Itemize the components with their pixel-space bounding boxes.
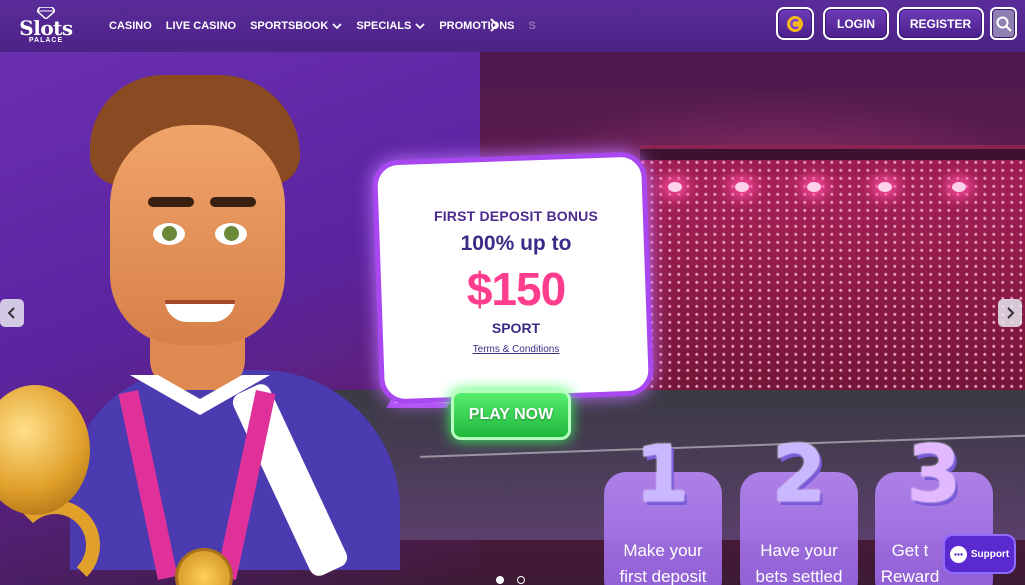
chevron-right-icon — [1007, 307, 1015, 319]
nav-item-overflow[interactable]: S — [529, 20, 536, 32]
step-number: 2 — [771, 430, 827, 520]
chevron-left-icon — [7, 307, 15, 319]
step-line: Have your — [760, 541, 838, 560]
coin-icon — [787, 15, 803, 32]
promo-category: SPORT — [491, 320, 541, 336]
site-logo[interactable]: Slots PALACE — [14, 2, 78, 50]
play-now-button[interactable]: PLAY NOW — [451, 390, 571, 440]
step-line: first deposit — [619, 567, 707, 585]
step-line: bets settled — [755, 567, 843, 585]
search-button[interactable] — [990, 7, 1017, 40]
step-number: 3 — [906, 430, 962, 520]
logo-subtitle: PALACE — [28, 37, 64, 44]
nav-item-promotions[interactable]: PROMOTIONS — [439, 20, 514, 32]
step-line: Make your — [623, 541, 703, 560]
chevron-down-icon — [332, 23, 342, 30]
promo-title: FIRST DEPOSIT BONUS — [433, 208, 599, 224]
promo-amount-prefix: 100% up to — [460, 232, 572, 255]
stadium-light — [807, 182, 821, 192]
mascot-eyebrow — [148, 197, 194, 207]
nav-item-label: SPECIALS — [356, 20, 412, 32]
stadium-light — [878, 182, 892, 192]
nav-item-label: SPORTSBOOK — [250, 20, 329, 32]
support-label: Support — [970, 548, 1010, 560]
nav-item-sportsbook[interactable]: SPORTSBOOK — [250, 20, 342, 32]
nav-item-label: LIVE CASINO — [165, 20, 237, 32]
search-icon — [996, 16, 1012, 32]
nav-item-casino[interactable]: CASINO — [109, 20, 152, 32]
stadium-light — [735, 182, 749, 192]
step-line: Get t — [891, 541, 929, 560]
carousel-prev-button[interactable] — [0, 299, 24, 327]
mascot-eyebrow — [210, 197, 256, 207]
promo-amount: $150 — [466, 263, 566, 315]
stadium-light — [668, 182, 682, 192]
stadium-light — [952, 182, 966, 192]
register-button[interactable]: REGISTER — [897, 7, 984, 40]
step-text: Make your first deposit — [604, 538, 722, 585]
carousel-dot-active[interactable] — [496, 576, 504, 584]
mascot-eye — [215, 223, 247, 245]
chevron-right-icon[interactable] — [487, 15, 501, 35]
top-navigation-bar: Slots PALACE CASINO LIVE CASINO SPORTSBO… — [0, 0, 1025, 52]
nav-item-label: PROMOTIONS — [439, 20, 515, 32]
step-text: Get t Reward — [875, 538, 945, 585]
chevron-down-icon — [415, 23, 425, 30]
nav-item-label: CASINO — [109, 20, 152, 32]
terms-link[interactable]: Terms & Conditions — [376, 344, 656, 355]
coin-button[interactable] — [776, 7, 814, 40]
carousel-dot[interactable] — [517, 576, 525, 584]
mascot-eye — [153, 223, 185, 245]
nav-item-live-casino[interactable]: LIVE CASINO — [166, 20, 236, 32]
login-button[interactable]: LOGIN — [823, 7, 889, 40]
nav-item-specials[interactable]: SPECIALS — [356, 20, 425, 32]
step-line: Reward — [880, 567, 940, 585]
step-number: 1 — [634, 430, 690, 520]
mascot-smile — [165, 300, 235, 322]
step-text: Have your bets settled — [740, 538, 858, 585]
chat-icon — [949, 545, 967, 563]
logo-wordmark: Slots — [19, 16, 73, 40]
carousel-next-button[interactable] — [998, 299, 1022, 327]
main-nav: CASINO LIVE CASINO SPORTSBOOK SPECIALS P… — [109, 0, 536, 52]
page: Slots PALACE CASINO LIVE CASINO SPORTSBO… — [0, 0, 1025, 585]
support-chat-button[interactable]: Support — [943, 534, 1016, 574]
